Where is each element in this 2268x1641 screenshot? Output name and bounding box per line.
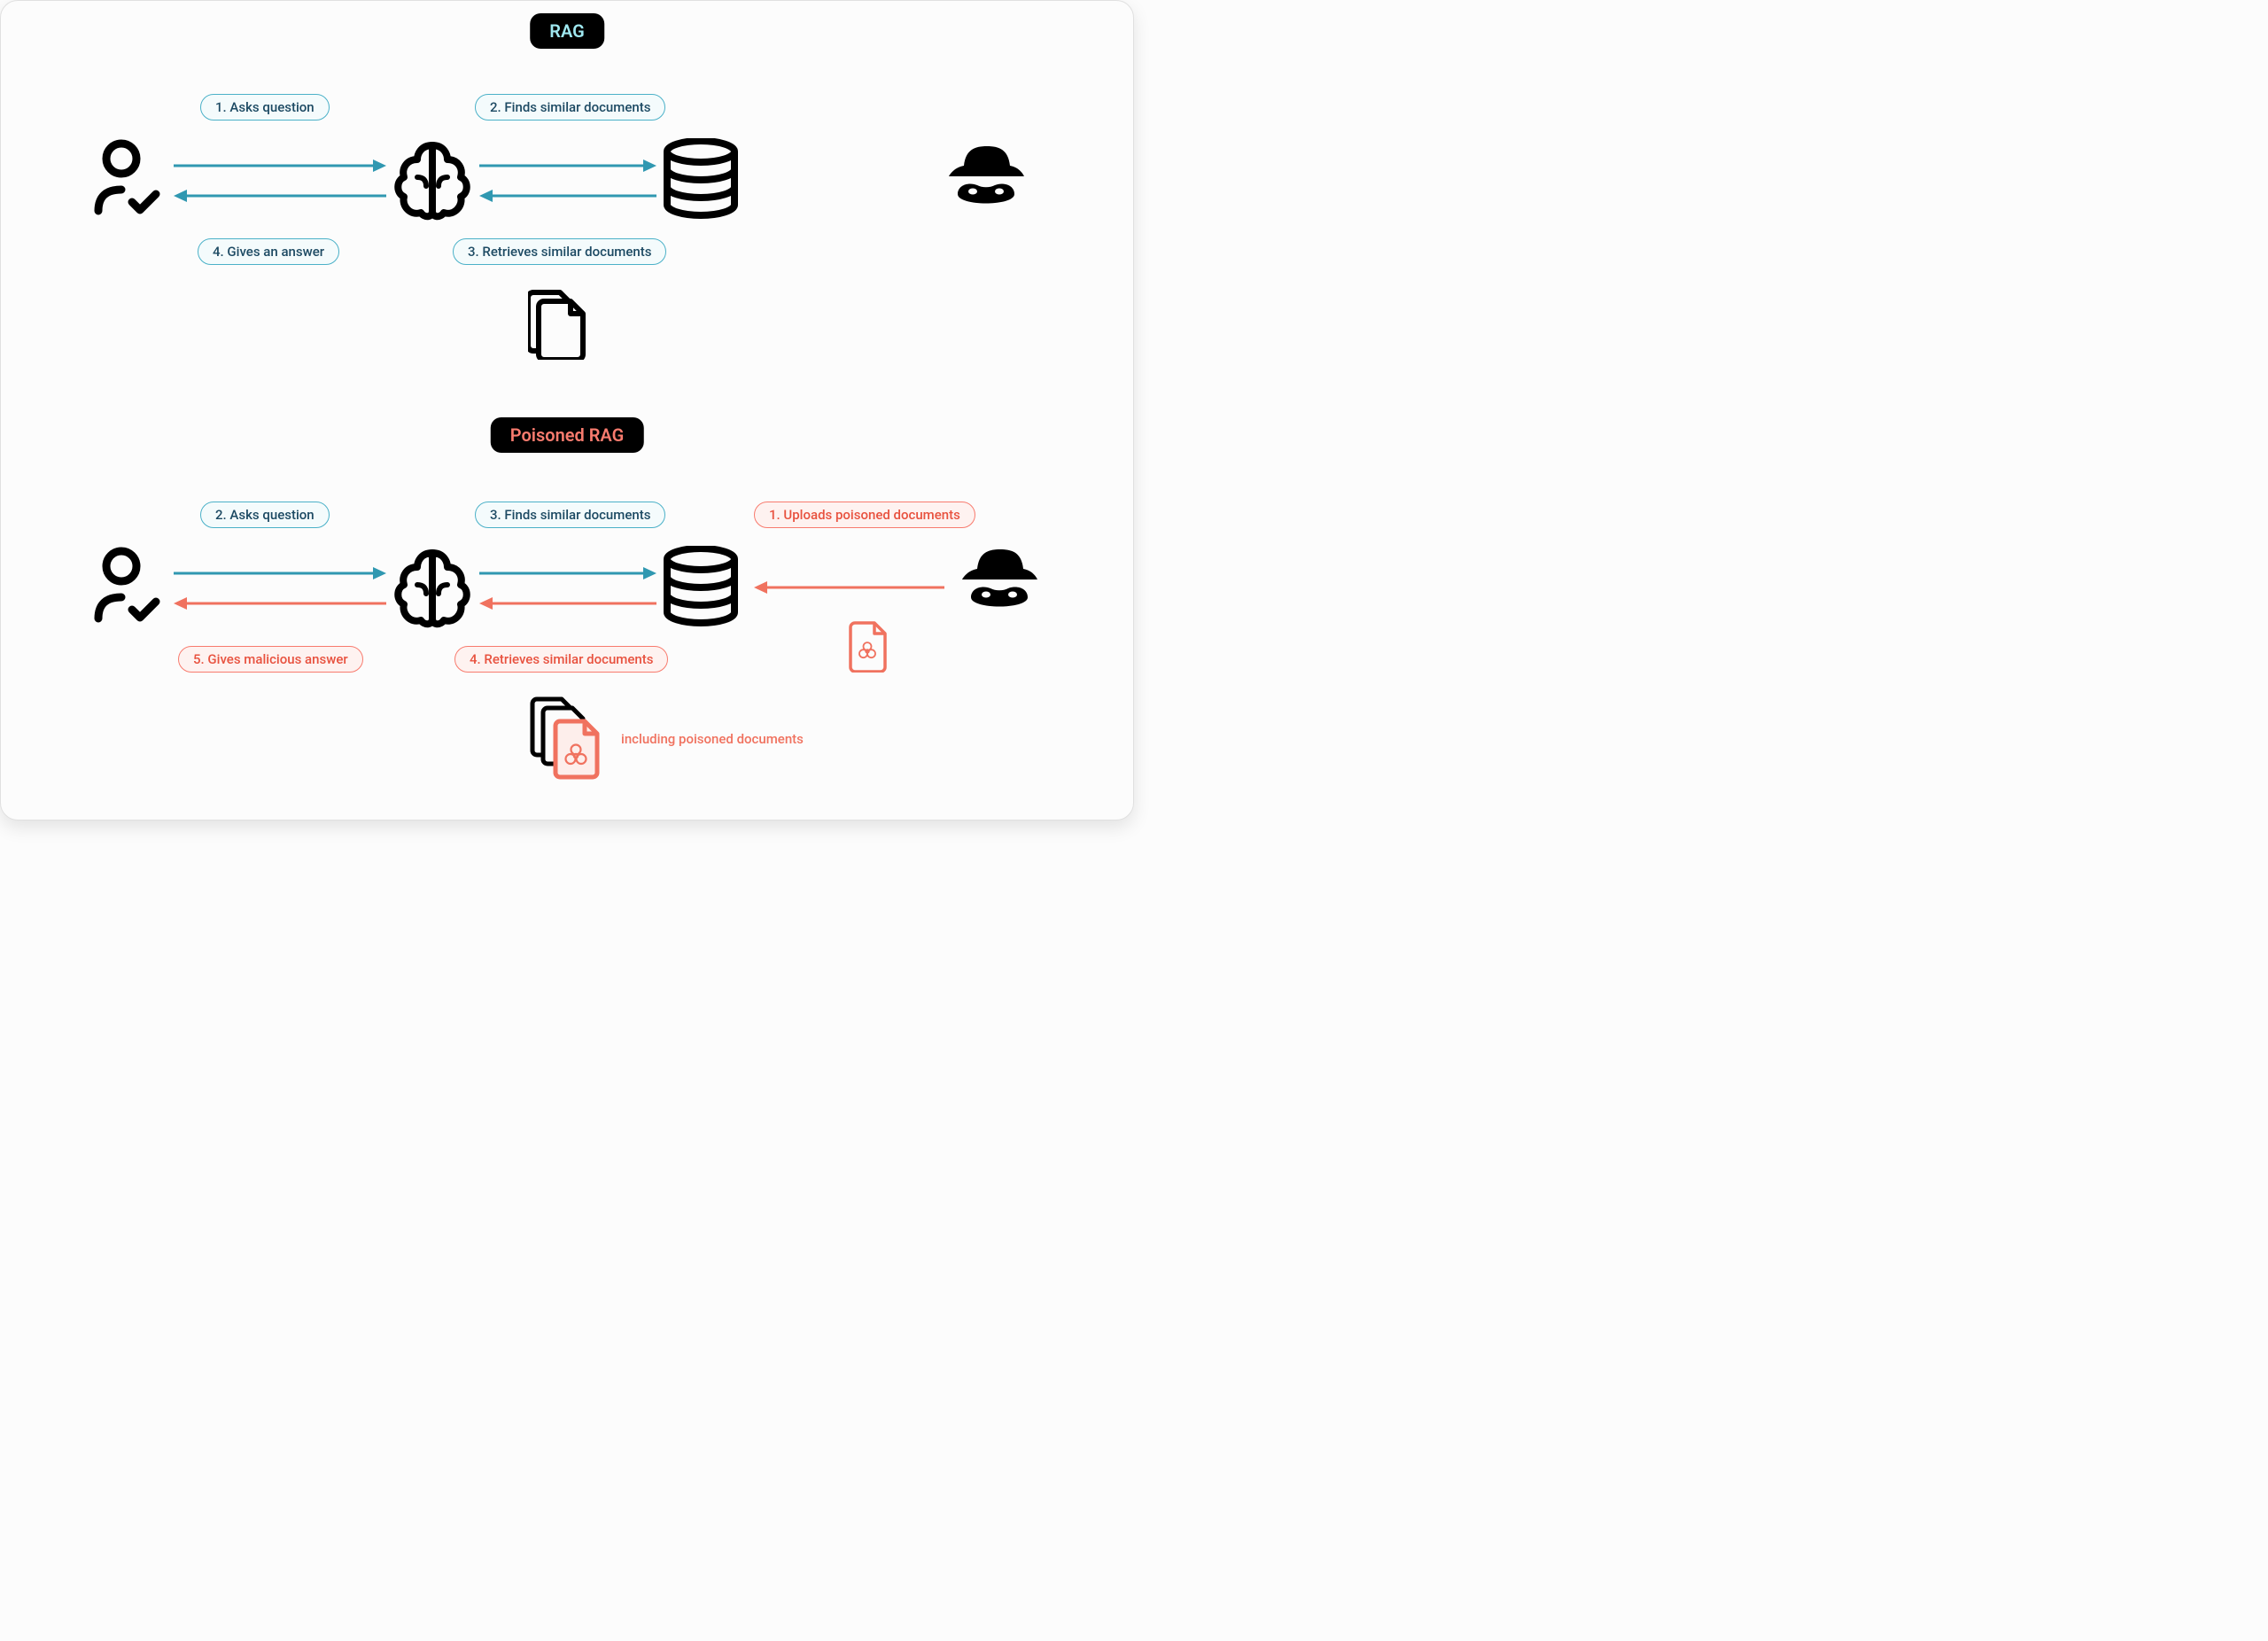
step-label: 4. Gives an answer: [198, 238, 339, 265]
step-label: 3. Retrieves similar documents: [453, 238, 666, 265]
arrow-user-to-brain: [174, 157, 386, 175]
database-icon: [661, 138, 741, 226]
arrow-brain-to-user: [174, 187, 386, 205]
arrow-user-to-brain: [174, 564, 386, 582]
user-icon: [93, 138, 164, 222]
documents-icon: [528, 289, 590, 363]
title-poisoned-rag: Poisoned RAG: [491, 417, 644, 453]
step-label: 4. Retrieves similar documents: [454, 646, 668, 673]
step-label: 2. Finds similar documents: [475, 94, 665, 121]
arrow-db-to-brain-poisoned: [479, 595, 656, 612]
brain-icon: [391, 138, 475, 226]
step-label: 5. Gives malicious answer: [178, 646, 363, 673]
arrow-db-to-brain: [479, 187, 656, 205]
arrow-hacker-to-db: [754, 579, 944, 596]
arrow-brain-to-db: [479, 564, 656, 582]
hacker-icon: [953, 546, 1046, 629]
step-label: 1. Asks question: [200, 94, 330, 121]
arrow-brain-to-db: [479, 157, 656, 175]
hacker-icon: [940, 143, 1033, 226]
database-icon: [661, 546, 741, 634]
arrow-brain-to-user-malicious: [174, 595, 386, 612]
brain-icon: [391, 546, 475, 634]
step-label: 3. Finds similar documents: [475, 502, 665, 528]
poisoned-note: including poisoned documents: [621, 731, 804, 747]
biohazard-file-icon: [848, 621, 890, 676]
user-icon: [93, 546, 164, 629]
step-label: 1. Uploads poisoned documents: [754, 502, 975, 528]
step-label: 2. Asks question: [200, 502, 330, 528]
documents-poisoned-icon: [530, 696, 605, 784]
title-rag: RAG: [530, 13, 604, 49]
